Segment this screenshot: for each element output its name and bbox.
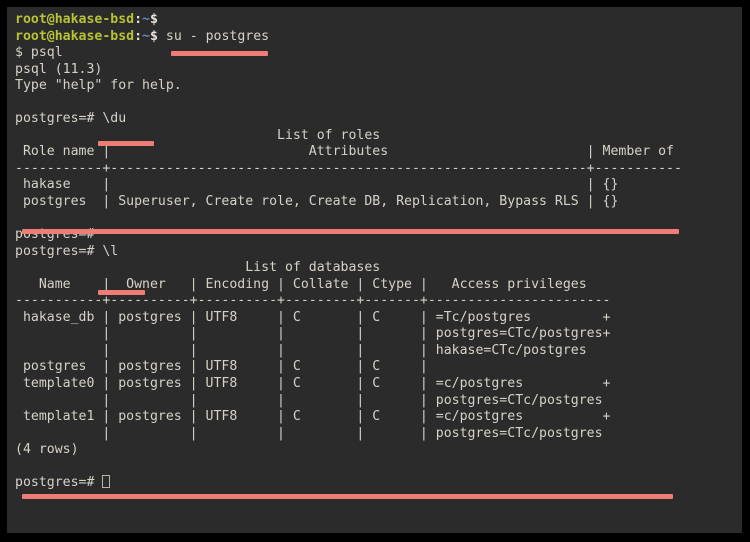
terminal-line: psql (11.3) — [7, 62, 742, 79]
terminal-text: Name | Owner | Encoding | Collate | Ctyp… — [15, 276, 587, 292]
terminal-line: List of roles — [7, 128, 742, 145]
psql-command: \du — [94, 111, 127, 127]
terminal-line: | | | | | postgres=CTc/postgres — [7, 426, 742, 443]
prompt-user-host: root@hakase-bsd — [15, 12, 135, 27]
prompt-path: ~ — [142, 12, 150, 27]
terminal-line: $ psql — [7, 45, 742, 62]
terminal-line: hakase_db | postgres | UTF8 | C | C | =T… — [7, 310, 742, 327]
terminal-text: (4 rows) — [15, 442, 79, 458]
terminal-line: postgres=# \du — [7, 111, 742, 128]
terminal-text: | | | | | postgres=CTc/postgres — [15, 425, 603, 441]
terminal-text: psql (11.3) — [15, 61, 103, 77]
prompt-colon: : — [134, 12, 143, 27]
terminal-text: postgres | postgres | UTF8 | C | C | — [15, 359, 428, 375]
terminal-text: | | | | | hakase=CTc/postgres — [15, 342, 587, 358]
psql-prompt: postgres=# — [15, 111, 95, 127]
shell-command: su - postgres — [157, 28, 270, 44]
psql-prompt: postgres=# — [15, 227, 95, 243]
terminal-line: template1 | postgres | UTF8 | C | C | =c… — [7, 409, 742, 426]
terminal-line: template0 | postgres | UTF8 | C | C | =c… — [7, 376, 742, 393]
prompt-dollar: $ — [150, 12, 158, 27]
prompt-dollar: $ — [150, 28, 158, 44]
terminal-line: | | | | | postgres=CTc/postgres+ — [7, 326, 742, 343]
terminal-line: postgres | postgres | UTF8 | C | C | — [7, 359, 742, 376]
text-cursor[interactable] — [102, 475, 111, 489]
prompt-user-host: root@hakase-bsd — [15, 28, 135, 44]
psql-prompt: postgres=# — [15, 243, 95, 259]
terminal-line: Type "help" for help. — [7, 78, 742, 95]
terminal-line: hakase | | {} — [7, 177, 742, 194]
terminal-line: -----------+----------+----------+------… — [7, 293, 742, 310]
prompt-colon: : — [134, 28, 143, 44]
terminal-text: template1 | postgres | UTF8 | C | C | =c… — [15, 409, 611, 425]
psql-command: \l — [94, 243, 119, 259]
terminal-text: $ psql — [15, 45, 63, 61]
terminal-screen[interactable]: root@hakase-bsd:~$ root@hakase-bsd:~$ su … — [7, 7, 742, 533]
psql-prompt: postgres=# — [15, 475, 95, 491]
terminal-line: (4 rows) — [7, 442, 742, 459]
terminal-line: postgres=# — [7, 475, 742, 492]
underline-four-rows — [22, 494, 673, 499]
terminal-text: Type "help" for help. — [15, 78, 182, 94]
terminal-text: -----------+----------+----------+------… — [15, 293, 611, 309]
terminal-text: hakase_db | postgres | UTF8 | C | C | =T… — [15, 309, 611, 325]
terminal-line: -----------+----------------------------… — [7, 161, 742, 178]
terminal-line: root@hakase-bsd:~$ su - postgres — [7, 29, 742, 46]
terminal-text: | | | | | postgres=CTc/postgres — [15, 392, 603, 408]
terminal-line: postgres=# \l — [7, 244, 742, 261]
prompt-path: ~ — [142, 28, 150, 44]
terminal-text: List of roles — [15, 127, 381, 143]
terminal-text: List of databases — [15, 260, 381, 276]
terminal-text: Role name | Attributes | Member of — [15, 144, 674, 160]
terminal-text: | | | | | postgres=CTc/postgres+ — [15, 326, 611, 342]
terminal-text: -----------+----------------------------… — [15, 160, 682, 176]
terminal-line: | | | | | postgres=CTc/postgres — [7, 393, 742, 410]
terminal-text: postgres | Superuser, Create role, Creat… — [15, 194, 619, 210]
terminal-line: Name | Owner | Encoding | Collate | Ctyp… — [7, 277, 742, 294]
psql-command — [94, 475, 102, 490]
terminal-line: postgres | Superuser, Create role, Creat… — [7, 194, 742, 211]
terminal-line: | | | | | hakase=CTc/postgres — [7, 343, 742, 360]
terminal-line: Role name | Attributes | Member of — [7, 144, 742, 161]
terminal-line: root@hakase-bsd:~$ — [7, 12, 742, 29]
terminal-text: template0 | postgres | UTF8 | C | C | =c… — [15, 376, 611, 392]
terminal-window: root@hakase-bsd:~$ root@hakase-bsd:~$ su … — [0, 0, 750, 542]
terminal-line: List of databases — [7, 260, 742, 277]
terminal-text: hakase | | {} — [15, 177, 619, 193]
terminal-line: postgres=# — [7, 227, 742, 244]
terminal-output: root@hakase-bsd:~$ root@hakase-bsd:~$ su … — [7, 7, 742, 492]
